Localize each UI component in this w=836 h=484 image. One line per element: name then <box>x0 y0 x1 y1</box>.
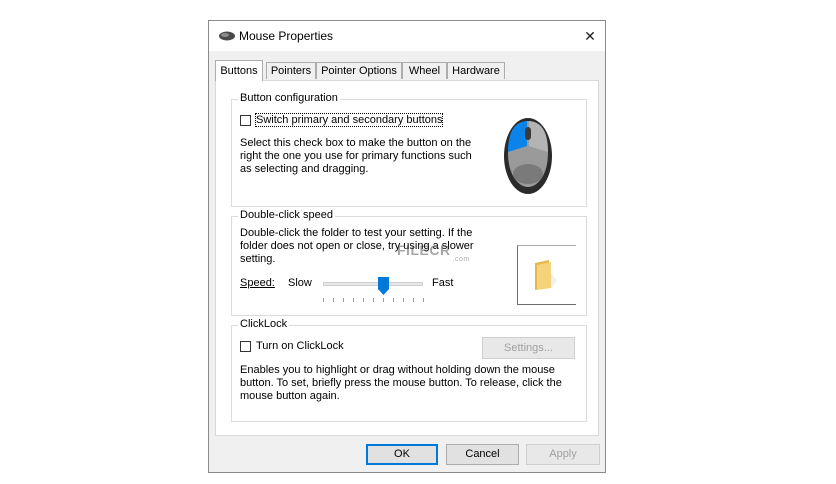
tab-hardware[interactable]: Hardware <box>447 62 505 79</box>
double-click-speed-group: Double-click speed Double-click the fold… <box>231 209 587 316</box>
close-icon: ✕ <box>584 28 596 44</box>
slider-tick <box>323 298 324 302</box>
button-configuration-group: Button configuration Switch primary and … <box>231 92 587 207</box>
watermark-suffix: .com <box>452 256 470 263</box>
clicklock-settings-button[interactable]: Settings... <box>482 337 575 359</box>
slider-tick <box>423 298 424 302</box>
speed-label: Speed: <box>240 277 275 289</box>
ok-button[interactable]: OK <box>366 444 438 465</box>
slider-tick <box>373 298 374 302</box>
slider-tick <box>333 298 334 302</box>
slider-tick <box>393 298 394 302</box>
speed-slider-thumb[interactable] <box>377 277 389 295</box>
buttons-tab-panel: Button configuration Switch primary and … <box>215 80 599 436</box>
slider-tick <box>353 298 354 302</box>
tab-buttons[interactable]: Buttons <box>215 60 263 81</box>
button-config-description: Select this check box to make the button… <box>240 137 472 175</box>
group-title: ClickLock <box>238 318 290 330</box>
slow-label: Slow <box>288 277 312 289</box>
slider-tick <box>383 298 384 302</box>
slider-tick <box>413 298 414 302</box>
slider-tick <box>403 298 404 302</box>
watermark: FILECR.com <box>397 242 469 263</box>
test-folder-area[interactable] <box>517 245 576 305</box>
clicklock-group: ClickLock Turn on ClickLock Settings... … <box>231 318 587 422</box>
tab-pointer-options[interactable]: Pointer Options <box>316 62 402 79</box>
group-title: Button configuration <box>238 92 340 104</box>
slider-tick <box>343 298 344 302</box>
title-bar: Mouse Properties ✕ <box>209 21 605 51</box>
watermark-text: FILECR <box>397 242 451 258</box>
clicklock-checkbox[interactable] <box>240 341 251 352</box>
window-title: Mouse Properties <box>239 29 334 43</box>
speed-slider-track[interactable] <box>323 282 423 286</box>
switch-buttons-checkbox[interactable] <box>240 115 251 126</box>
group-title: Double-click speed <box>238 209 335 221</box>
fast-label: Fast <box>432 277 454 289</box>
clicklock-label[interactable]: Turn on ClickLock <box>256 340 344 352</box>
clicklock-description: Enables you to highlight or drag without… <box>240 364 562 402</box>
close-button[interactable]: ✕ <box>575 21 605 51</box>
mouse-icon <box>219 31 235 41</box>
switch-buttons-label[interactable]: Switch primary and secondary buttons <box>254 113 444 127</box>
tab-pointers[interactable]: Pointers <box>266 62 316 79</box>
mouse-illustration-icon <box>504 118 552 194</box>
cancel-button[interactable]: Cancel <box>446 444 519 465</box>
apply-button[interactable]: Apply <box>526 444 600 465</box>
slider-tick <box>363 298 364 302</box>
tab-wheel[interactable]: Wheel <box>402 62 447 79</box>
folder-icon <box>535 260 557 290</box>
